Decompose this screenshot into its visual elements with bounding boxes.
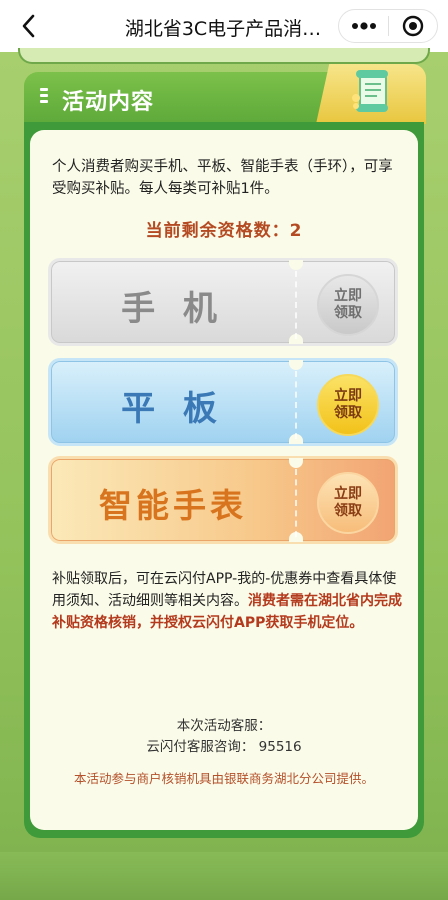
customer-service: 本次活动客服： 云闪付客服咨询： 95516 <box>0 716 448 758</box>
ticket-divider <box>295 371 297 439</box>
back-arrow-icon[interactable] <box>14 12 42 40</box>
ticket-smartwatch[interactable]: 智能手表 立即领取 <box>48 456 398 544</box>
nav-bar: 湖北省3C电子产品消… <box>0 0 448 52</box>
list-lines-icon <box>40 88 48 106</box>
remaining-quota: 当前剩余资格数：2 <box>0 216 448 241</box>
ticket-phone[interactable]: 手 机 立即领取 <box>48 258 398 346</box>
service-label: 本次活动客服： <box>176 718 272 734</box>
scroll-document-icon <box>352 70 388 112</box>
claim-button-smartwatch[interactable]: 立即领取 <box>317 472 379 534</box>
page-bottom <box>0 852 448 900</box>
quota-value: 2 <box>289 221 303 241</box>
provider-note: 本活动参与商户核销机具由银联商务湖北分公司提供。 <box>73 771 374 786</box>
ticket-divider <box>295 271 297 339</box>
ticket-label: 智能手表 <box>99 486 247 525</box>
usage-description: 补贴领取后，可在云闪付APP-我的-优惠券中查看具体使用须知、活动细则等相关内容… <box>52 568 402 634</box>
service-hotline: 云闪付客服咨询： 95516 <box>146 739 302 755</box>
ticket-tablet[interactable]: 平 板 立即领取 <box>48 358 398 446</box>
section-title: 活动内容 <box>62 90 155 115</box>
previous-card-edge <box>18 48 430 64</box>
ticket-label: 手 机 <box>121 289 225 329</box>
page-title: 湖北省3C电子产品消… <box>124 18 322 40</box>
ticket-label: 平 板 <box>121 389 225 429</box>
ticket-divider <box>295 469 297 537</box>
close-target-icon[interactable] <box>389 9 437 43</box>
mini-program-capsule <box>338 9 438 43</box>
quota-label: 当前剩余资格数： <box>145 221 290 241</box>
claim-button-tablet[interactable]: 立即领取 <box>317 374 379 436</box>
intro-text: 个人消费者购买手机、平板、智能手表（手环），可享受购买补贴。每人每类可补贴1件。 <box>52 159 393 197</box>
more-dots-icon[interactable] <box>339 9 388 43</box>
claim-button-phone[interactable]: 立即领取 <box>317 274 379 336</box>
